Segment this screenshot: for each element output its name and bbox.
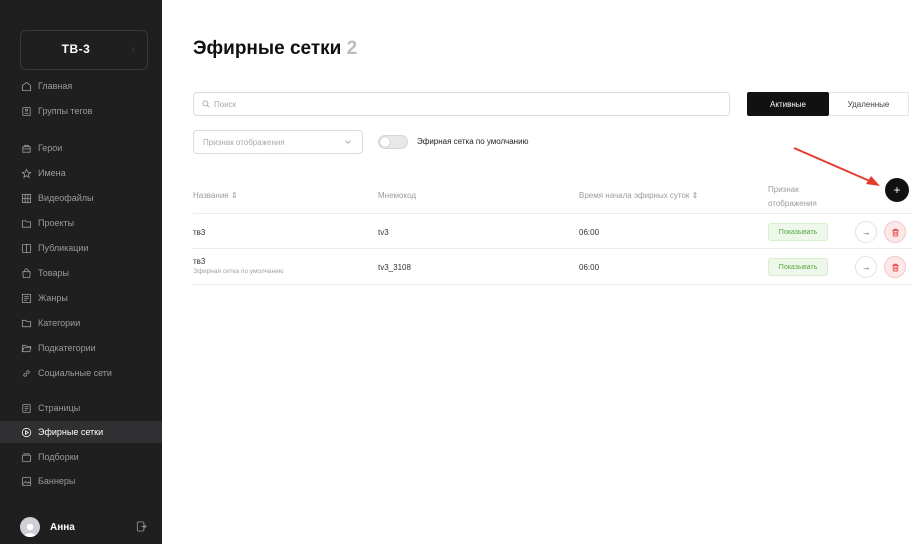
sidebar-item-label: Герои [38,143,63,153]
app: ТВ-3 › Главная Группы тегов Герои Имена Виде… [0,0,912,544]
row-subtitle: Эфирная сетка по умолчанию [193,268,284,275]
toggle-knob [380,137,390,147]
row-start-time: 06:00 [579,228,600,237]
sidebar-item[interactable]: Страницы [0,397,162,419]
sidebar-item[interactable]: Видеофайлы [0,187,162,209]
collection-icon [20,451,32,463]
sidebar-item-label: Товары [38,268,69,278]
page-title: Эфирные сетки 2 [193,38,357,60]
sidebar-item-label: Эфирные сетки [38,427,104,437]
sidebar-item[interactable]: Социальные сети [0,362,162,384]
column-header-name[interactable]: Название ⇕ [193,191,238,200]
tag-group-icon [20,105,32,117]
display-filter-placeholder: Признак отображения [203,137,285,147]
avatar[interactable] [20,517,40,537]
sidebar-item[interactable]: Подкатегории [0,337,162,359]
row-code: tv3 [378,228,389,237]
sidebar-item[interactable]: Публикации [0,237,162,259]
open-button[interactable]: → [855,256,877,278]
sidebar-item[interactable]: Подборки [0,446,162,468]
sidebar-item-label: Публикации [38,243,89,253]
trash-icon [891,263,899,272]
publication-icon [20,242,32,254]
logout-icon[interactable] [136,521,147,532]
sidebar-item-label: Жанры [38,293,68,303]
sidebar-item[interactable]: Имена [0,162,162,184]
default-grid-toggle-label: Эфирная сетка по умолчанию [417,137,529,146]
page-count: 2 [346,38,358,59]
sidebar-item-label: Проекты [38,218,75,228]
row-name: тв3 [193,257,206,266]
tab-deleted[interactable]: Удаленные [829,92,909,116]
tab-active[interactable]: Активные [747,92,829,116]
row-name: тв3 [193,228,206,237]
sidebar-item-label: Видеофайлы [38,193,94,203]
trash-icon [891,228,899,237]
sidebar-item[interactable]: Товары [0,262,162,284]
chevron-right-icon: › [131,42,135,56]
column-header-start-time[interactable]: Время начала эфирных суток ⇕ [579,191,698,200]
sidebar-item-label: Группы тегов [38,106,93,116]
project-name: ТВ-3 [61,42,91,56]
user-bar: Анна [0,510,162,544]
delete-button[interactable] [884,221,906,243]
folder-open-icon [20,342,32,354]
add-button[interactable]: + [885,178,909,202]
status-badge: Показывать [768,223,828,241]
sidebar-item[interactable]: Герои [0,137,162,159]
sidebar-item-label: Подборки [38,452,79,462]
open-button[interactable]: → [855,221,877,243]
sidebar-item[interactable]: Баннеры [0,470,162,492]
sidebar-item-label: Главная [38,81,73,91]
arrow-right-icon: → [861,227,871,237]
home-icon [20,80,32,92]
star-icon [20,167,32,179]
sidebar: ТВ-3 › Главная Группы тегов Герои Имена Виде… [0,0,162,544]
film-icon [20,192,32,204]
sidebar-item-label: Социальные сети [38,368,112,378]
sidebar-item[interactable]: Жанры [0,287,162,309]
sidebar-item-label: Имена [38,168,66,178]
delete-button[interactable] [884,256,906,278]
display-filter-select[interactable]: Признак отображения [193,130,363,154]
row-code: tv3_3108 [378,263,411,272]
bag-icon [20,267,32,279]
divider [193,248,912,249]
status-badge: Показывать [768,258,828,276]
sidebar-item-label: Страницы [38,403,81,413]
divider [193,284,912,285]
search-input[interactable] [214,99,694,109]
column-header-code: Мнемокод [378,191,417,200]
sidebar-item[interactable]: Группы тегов [0,100,162,122]
search-box [193,92,730,116]
genre-icon [20,292,32,304]
default-grid-toggle[interactable] [378,135,408,149]
image-icon [20,475,32,487]
hero-icon [20,142,32,154]
sidebar-item[interactable]: Проекты [0,212,162,234]
sidebar-item-label: Категории [38,318,81,328]
link-icon [20,367,32,379]
page-title-text: Эфирные сетки [193,38,342,59]
sidebar-item-label: Подкатегории [38,343,96,353]
user-name: Анна [50,521,75,533]
divider [193,213,912,214]
row-start-time: 06:00 [579,263,600,272]
arrow-right-icon: → [861,262,871,272]
sidebar-item[interactable]: Главная [0,75,162,97]
sidebar-item[interactable]: Эфирные сетки [0,421,162,443]
sidebar-item[interactable]: Категории [0,312,162,334]
column-header-display: Признак отображения [768,185,817,208]
status-tabs: Активные Удаленные [747,92,909,116]
folder-icon [20,317,32,329]
project-switcher[interactable]: ТВ-3 › [20,30,148,70]
page-icon [20,402,32,414]
search-icon [202,100,210,108]
project-icon [20,217,32,229]
sidebar-item-label: Баннеры [38,476,76,486]
play-circle-icon [20,426,32,438]
chevron-down-icon [345,140,351,145]
